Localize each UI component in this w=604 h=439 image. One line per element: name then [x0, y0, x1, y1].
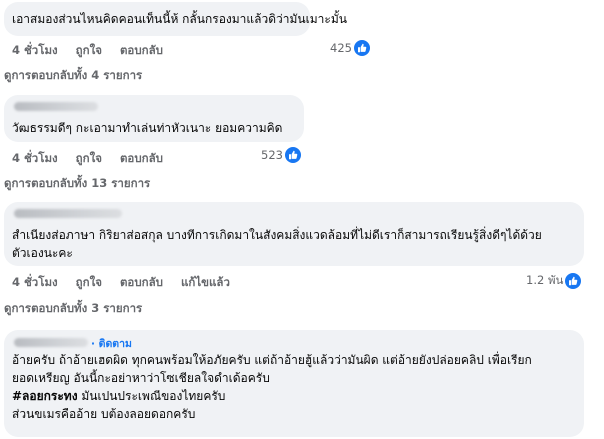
hashtag-line-text: มันเปนประเพณีของไทยครับ — [77, 389, 226, 403]
hashtag-link[interactable]: #ลอยกระทง — [12, 389, 78, 403]
comment-timestamp[interactable]: 4 ชั่วโมง — [12, 43, 58, 57]
like-button[interactable]: ถูกใจ — [76, 151, 102, 165]
reaction-count-value: 523 — [261, 148, 283, 162]
reaction-count[interactable]: 1.2 พัน — [526, 272, 582, 290]
thumbs-up-icon — [284, 147, 301, 163]
comment-text: เอาสมองส่วนไหนคิดคอนเท็นนี้ห้ กลั้นกรองม… — [12, 12, 347, 26]
comment-text: วัฒธรรมดีๆ กะเอามาทำเล่นท่าหัวเนาะ ยอมคว… — [12, 121, 283, 135]
comment-actions: 4 ชั่วโมง ถูกใจ ตอบกลับ — [12, 150, 177, 168]
comment-timestamp[interactable]: 4 ชั่วโมง — [12, 151, 58, 165]
reply-button[interactable]: ตอบกลับ — [120, 151, 163, 165]
reaction-count[interactable]: 523 — [261, 147, 301, 163]
edited-label: แก้ไขแล้ว — [180, 275, 230, 289]
reply-button[interactable]: ตอบกลับ — [120, 275, 163, 289]
view-replies-link[interactable]: ดูการตอบกลับทั้ง 3 รายการ — [4, 300, 142, 318]
like-button[interactable]: ถูกใจ — [76, 43, 102, 57]
comment-text: อ้ายครับ ถ้าอ้ายเฮดผิด ทุกคนพร้อมให้อภัย… — [12, 353, 532, 367]
comment-timestamp[interactable]: 4 ชั่วโมง — [12, 275, 58, 289]
reply-button[interactable]: ตอบกลับ — [120, 43, 163, 57]
like-button[interactable]: ถูกใจ — [76, 275, 102, 289]
comment-actions: 4 ชั่วโมง ถูกใจ ตอบกลับ — [12, 42, 177, 60]
view-replies-link[interactable]: ดูการตอบกลับทั้ง 4 รายการ — [4, 67, 142, 85]
author-name-redacted — [14, 209, 122, 218]
comment-text-continued: ส่วนขเมรคืออ้าย บต้องลอยดอกครับ — [12, 407, 196, 421]
view-replies-link[interactable]: ดูการตอบกลับทั้ง 13 รายการ — [4, 175, 150, 193]
comment-text: สำเนียงส่อภาษา กิริยาส่อสกุล บางทีการเกิ… — [12, 228, 542, 242]
author-name-redacted — [14, 338, 88, 347]
reaction-count-value: 425 — [330, 41, 352, 55]
thumbs-up-icon — [353, 40, 370, 56]
comment-actions: 4 ชั่วโมง ถูกใจ ตอบกลับ แก้ไขแล้ว — [12, 274, 244, 292]
comment-text-hashtag-line: #ลอยกระทง มันเปนประเพณีของไทยครับ — [12, 386, 225, 406]
author-name-redacted — [14, 102, 98, 111]
reaction-count[interactable]: 425 — [330, 40, 370, 56]
comment-text-continued: ยอดเหรียญ อันนี้กะอย่าหาว่าโซเชียลใจดำเด… — [12, 371, 270, 385]
comment-text-continued: ตัวเองนะคะ — [12, 246, 73, 260]
reaction-count-value: 1.2 พัน — [526, 273, 564, 287]
thumbs-up-icon — [565, 273, 582, 289]
